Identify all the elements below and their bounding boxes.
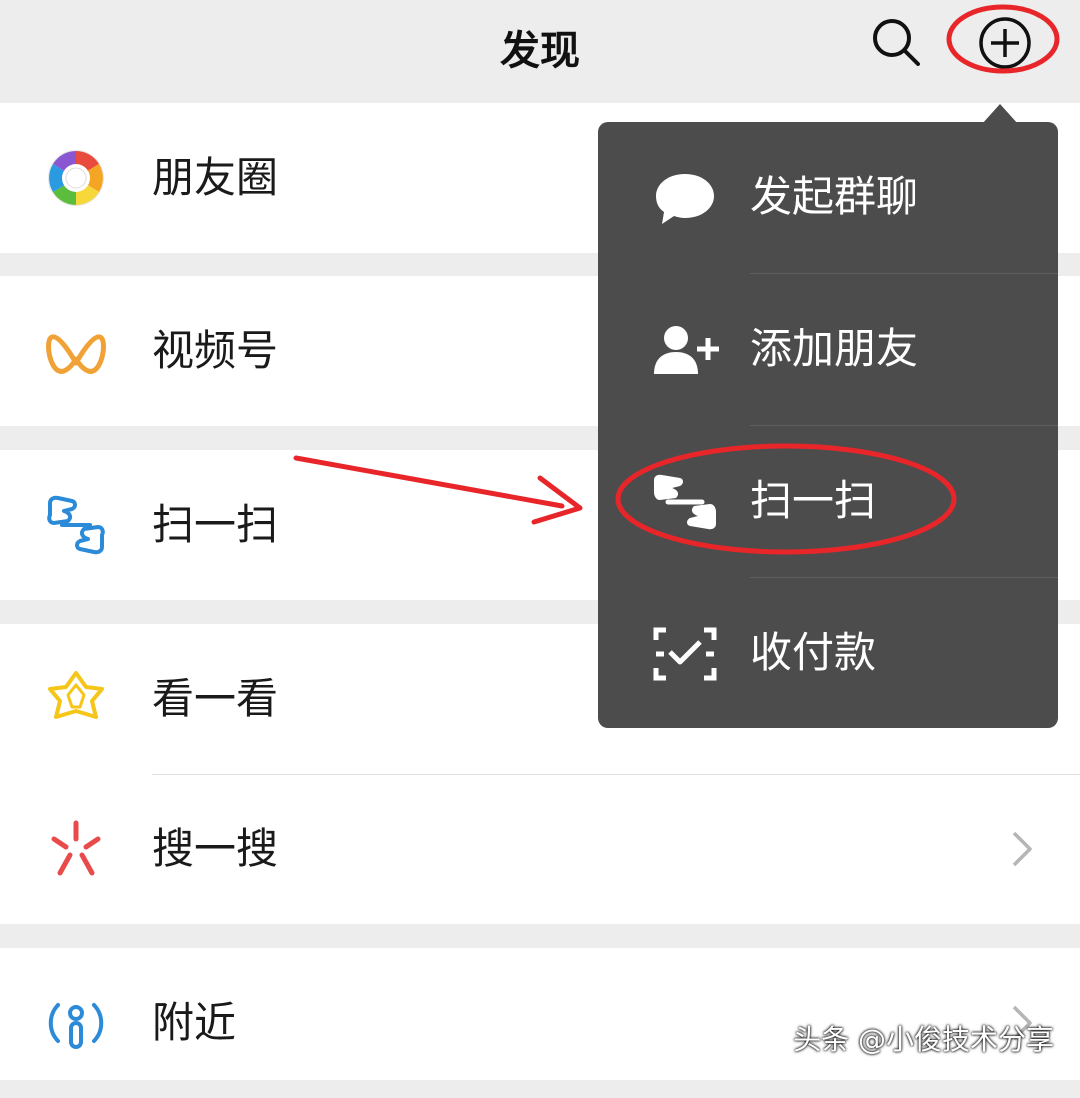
scan-icon xyxy=(654,474,716,530)
list-item-label: 附近 xyxy=(152,998,237,1047)
top-stories-icon xyxy=(48,671,104,719)
search-button[interactable] xyxy=(868,14,924,70)
menu-item-add-friend[interactable]: 添加朋友 xyxy=(598,274,1058,426)
nearby-icon xyxy=(48,1003,104,1049)
popup-caret xyxy=(982,104,1018,124)
plus-circle-icon xyxy=(979,17,1031,69)
menu-item-label: 添加朋友 xyxy=(750,324,919,373)
list-item-label: 看一看 xyxy=(152,674,279,723)
list-item-label: 朋友圈 xyxy=(152,153,279,202)
add-friend-icon xyxy=(654,326,719,374)
top-bar: 发现 xyxy=(0,0,1080,102)
menu-item-label: 扫一扫 xyxy=(750,476,877,525)
list-item-label: 视频号 xyxy=(152,326,279,375)
list-item-label: 扫一扫 xyxy=(152,500,279,549)
add-popup-menu: 发起群聊 添加朋友 扫一扫 收付款 xyxy=(598,122,1058,728)
search-sparkle-icon xyxy=(51,820,101,876)
scan-icon xyxy=(47,495,105,555)
watermark: 头条 @小俊技术分享 xyxy=(793,1023,1054,1056)
chat-bubble-icon xyxy=(656,174,714,224)
search-icon xyxy=(873,19,920,66)
menu-item-label: 收付款 xyxy=(750,628,877,677)
channels-icon xyxy=(46,334,106,374)
menu-item-payment[interactable]: 收付款 xyxy=(598,578,1058,730)
chevron-right-icon xyxy=(1012,831,1032,867)
list-item-label: 搜一搜 xyxy=(152,824,279,873)
menu-item-group-chat[interactable]: 发起群聊 xyxy=(598,122,1058,274)
moments-aperture-icon xyxy=(48,150,104,206)
list-item-search[interactable]: 搜一搜 xyxy=(0,774,1080,924)
menu-item-scan[interactable]: 扫一扫 xyxy=(598,426,1058,578)
add-menu-button[interactable] xyxy=(975,13,1035,73)
menu-item-label: 发起群聊 xyxy=(750,172,919,221)
payment-check-icon xyxy=(653,627,717,681)
